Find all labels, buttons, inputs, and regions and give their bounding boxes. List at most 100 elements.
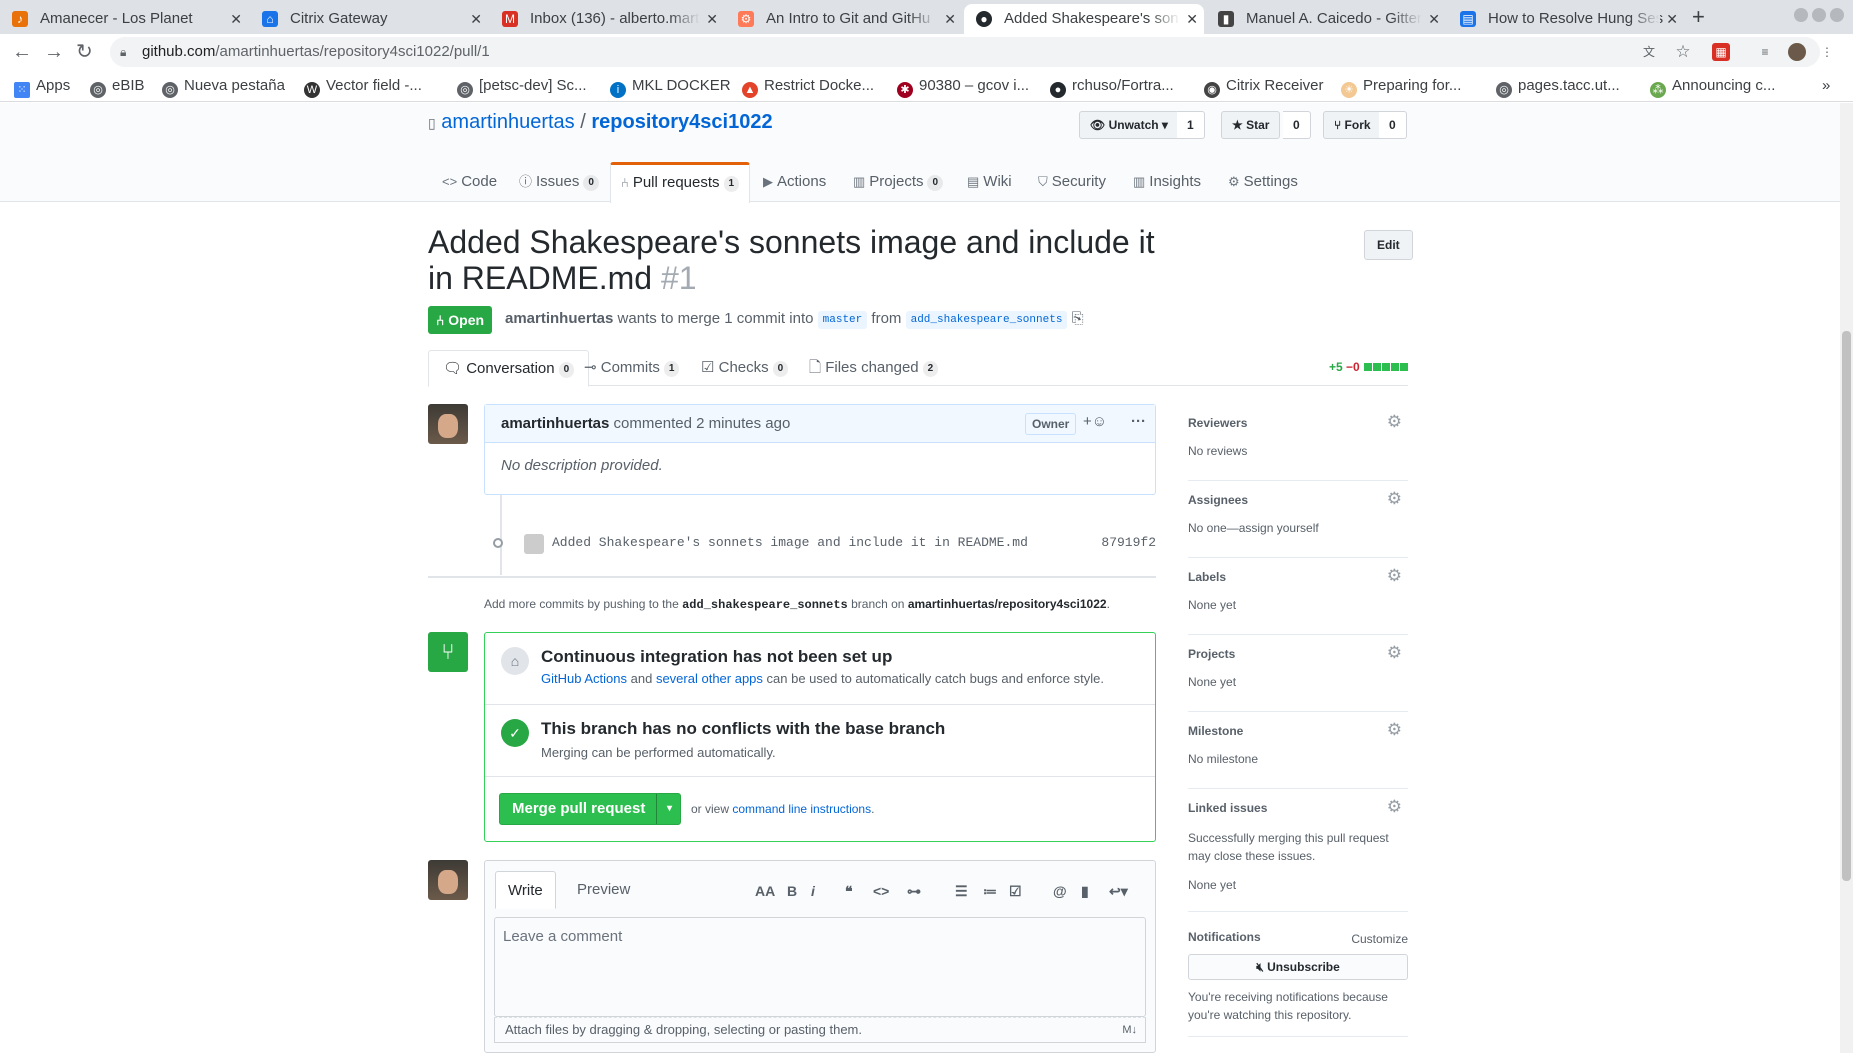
pr-author-link[interactable]: amartinhuertas [505,310,613,327]
repo-tab-insights[interactable]: ▥ Insights [1123,162,1211,202]
repo-tab-projects[interactable]: ▥ Projects 0 [843,162,953,202]
reload-icon[interactable]: ↻ [76,40,93,64]
star-button[interactable]: ★ Star [1221,111,1281,139]
fork-button[interactable]: ⑂ Fork [1323,111,1382,139]
media-icon[interactable]: ≡ [1756,43,1774,61]
bold-icon[interactable]: B [787,883,797,899]
customize-link[interactable]: Customize [1351,930,1408,948]
gear-icon[interactable]: ⚙ [1387,720,1402,740]
close-icon[interactable]: ✕ [230,4,242,34]
menu-icon[interactable]: ⋮ [1818,43,1836,61]
unsubscribe-button[interactable]: 🔇︎ Unsubscribe [1188,954,1408,980]
back-icon[interactable]: ← [12,40,32,64]
repo-tab-wiki[interactable]: ▤ Wiki [957,162,1022,202]
browser-tab[interactable]: ▤ How to Resolve Hung Ses ✕ [1448,4,1684,34]
gear-icon[interactable]: ⚙ [1387,412,1402,432]
tab-conversation[interactable]: 🗨︎ Conversation 0 [428,350,590,387]
quote-icon[interactable]: ❝ [845,883,853,900]
chevron-down-icon[interactable]: ▾ [656,794,682,824]
attach-files-hint[interactable]: Attach files by dragging & dropping, sel… [494,1017,1146,1043]
clipboard-icon[interactable]: ⎘ [1072,310,1084,327]
edit-title-button[interactable]: Edit [1364,230,1413,260]
translate-icon[interactable]: 文 [1640,43,1658,61]
browser-tab[interactable]: ▮ Manuel A. Caicedo - Gitter ✕ [1206,4,1446,34]
minimize-icon[interactable] [1794,8,1808,22]
merge-pull-request-button[interactable]: Merge pull request ▾ [499,793,681,825]
code-icon[interactable]: <> [873,883,889,899]
add-reaction-icon[interactable]: +☺ [1083,413,1107,430]
close-window-icon[interactable] [1830,8,1844,22]
fork-count[interactable]: 0 [1379,111,1407,139]
browser-tab[interactable]: ⚙ An Intro to Git and GitHu ✕ [726,4,962,34]
new-tab-button[interactable]: + [1692,4,1705,30]
star-count[interactable]: 0 [1283,111,1311,139]
heading-icon[interactable]: AA [755,883,775,899]
bookmark-item[interactable]: ◎ pages.tacc.ut... [1496,76,1620,98]
assign-yourself-link[interactable]: No one—assign yourself [1188,519,1319,537]
repo-tab-issues[interactable]: ⓘ Issues 0 [509,162,609,202]
repo-owner-link[interactable]: amartinhuertas [441,111,574,133]
bookmark-item[interactable]: ◎ [petsc-dev] Sc... [457,76,587,98]
task-list-icon[interactable]: ☑ [1009,883,1022,900]
repo-tab-security[interactable]: ⛉ Security [1028,162,1116,202]
italic-icon[interactable]: i [811,883,815,899]
more-options-icon[interactable]: ··· [1131,413,1146,430]
watch-button[interactable]: 👁︎ Unwatch ▾ [1079,111,1179,139]
tab-commits[interactable]: ⊸ Commits 1 [570,350,693,387]
mention-icon[interactable]: @ [1053,883,1067,899]
repo-tab-code[interactable]: <> Code [432,162,507,202]
browser-tab[interactable]: ♪ Amanecer - Los Planet ✕ [0,4,248,34]
reply-icon[interactable]: ↩▾ [1109,883,1128,900]
repo-tab-pull-requests[interactable]: ⑃ Pull requests 1 [610,162,751,203]
close-icon[interactable]: ✕ [1428,4,1440,34]
write-tab[interactable]: Write [495,871,556,909]
comment-textarea[interactable]: Leave a comment [494,917,1146,1017]
repo-name-link[interactable]: repository4sci1022 [591,111,772,133]
bookmarks-overflow-icon[interactable]: » [1822,76,1830,96]
gear-icon[interactable]: ⚙ [1387,566,1402,586]
forward-icon[interactable]: → [44,40,64,64]
bookmark-item[interactable]: ⁂ Announcing c... [1650,76,1775,98]
extension-icon[interactable]: ▦ [1712,43,1730,61]
address-bar[interactable]: 🔒︎ github.com/amartinhuertas/repository4s… [110,37,1820,67]
close-icon[interactable]: ✕ [1186,4,1198,34]
browser-tab[interactable]: ⌂ Citrix Gateway ✕ [250,4,488,34]
bookmark-item[interactable]: ◉ Citrix Receiver [1204,76,1324,98]
bookmark-star-icon[interactable]: ☆ [1674,43,1692,61]
profile-avatar[interactable] [1788,43,1806,61]
gear-icon[interactable]: ⚙ [1387,643,1402,663]
command-line-link[interactable]: command line instructions [732,802,871,816]
reference-icon[interactable]: ▮ [1081,883,1089,900]
repo-tab-actions[interactable]: ▶ Actions [753,162,836,202]
bookmark-item[interactable]: ✱ 90380 – gcov i... [897,76,1029,98]
scrollbar-thumb[interactable] [1842,331,1851,881]
commit-sha[interactable]: 87919f2 [1101,535,1156,550]
bookmark-item[interactable]: i MKL DOCKER [610,76,731,98]
gear-icon[interactable]: ⚙ [1387,797,1402,817]
tab-files-changed[interactable]: 🗋︎ Files changed 2 [795,350,952,387]
browser-tab[interactable]: M Inbox (136) - alberto.mart ✕ [490,4,724,34]
bookmark-item[interactable]: ◎ eBIB [90,76,145,98]
bookmark-item[interactable]: W Vector field -... [304,76,422,98]
tab-checks[interactable]: ☑ Checks 0 [687,350,802,387]
other-apps-link[interactable]: several other apps [656,671,763,686]
avatar[interactable] [428,860,468,900]
bookmark-item[interactable]: ☀ Preparing for... [1341,76,1461,98]
maximize-icon[interactable] [1812,8,1826,22]
preview-tab[interactable]: Preview [565,871,642,909]
numbered-list-icon[interactable]: ≔ [983,883,997,900]
close-icon[interactable]: ✕ [944,4,956,34]
base-branch[interactable]: master [817,311,868,329]
commit-message[interactable]: Added Shakespeare's sonnets image and in… [552,535,1028,550]
page-scrollbar[interactable] [1840,103,1853,1053]
close-icon[interactable]: ✕ [470,4,482,34]
watch-count[interactable]: 1 [1177,111,1205,139]
comment-author[interactable]: amartinhuertas [501,415,609,432]
github-actions-link[interactable]: GitHub Actions [541,671,627,686]
bookmark-item[interactable]: ● rchuso/Fortra... [1050,76,1174,98]
bookmark-item[interactable]: ▲ Restrict Docke... [742,76,874,98]
bookmark-apps[interactable]: ⁙ Apps [14,76,70,98]
repo-tab-settings[interactable]: ⚙ Settings [1218,162,1308,202]
head-branch[interactable]: add_shakespeare_sonnets [905,311,1068,329]
close-icon[interactable]: ✕ [706,4,718,34]
